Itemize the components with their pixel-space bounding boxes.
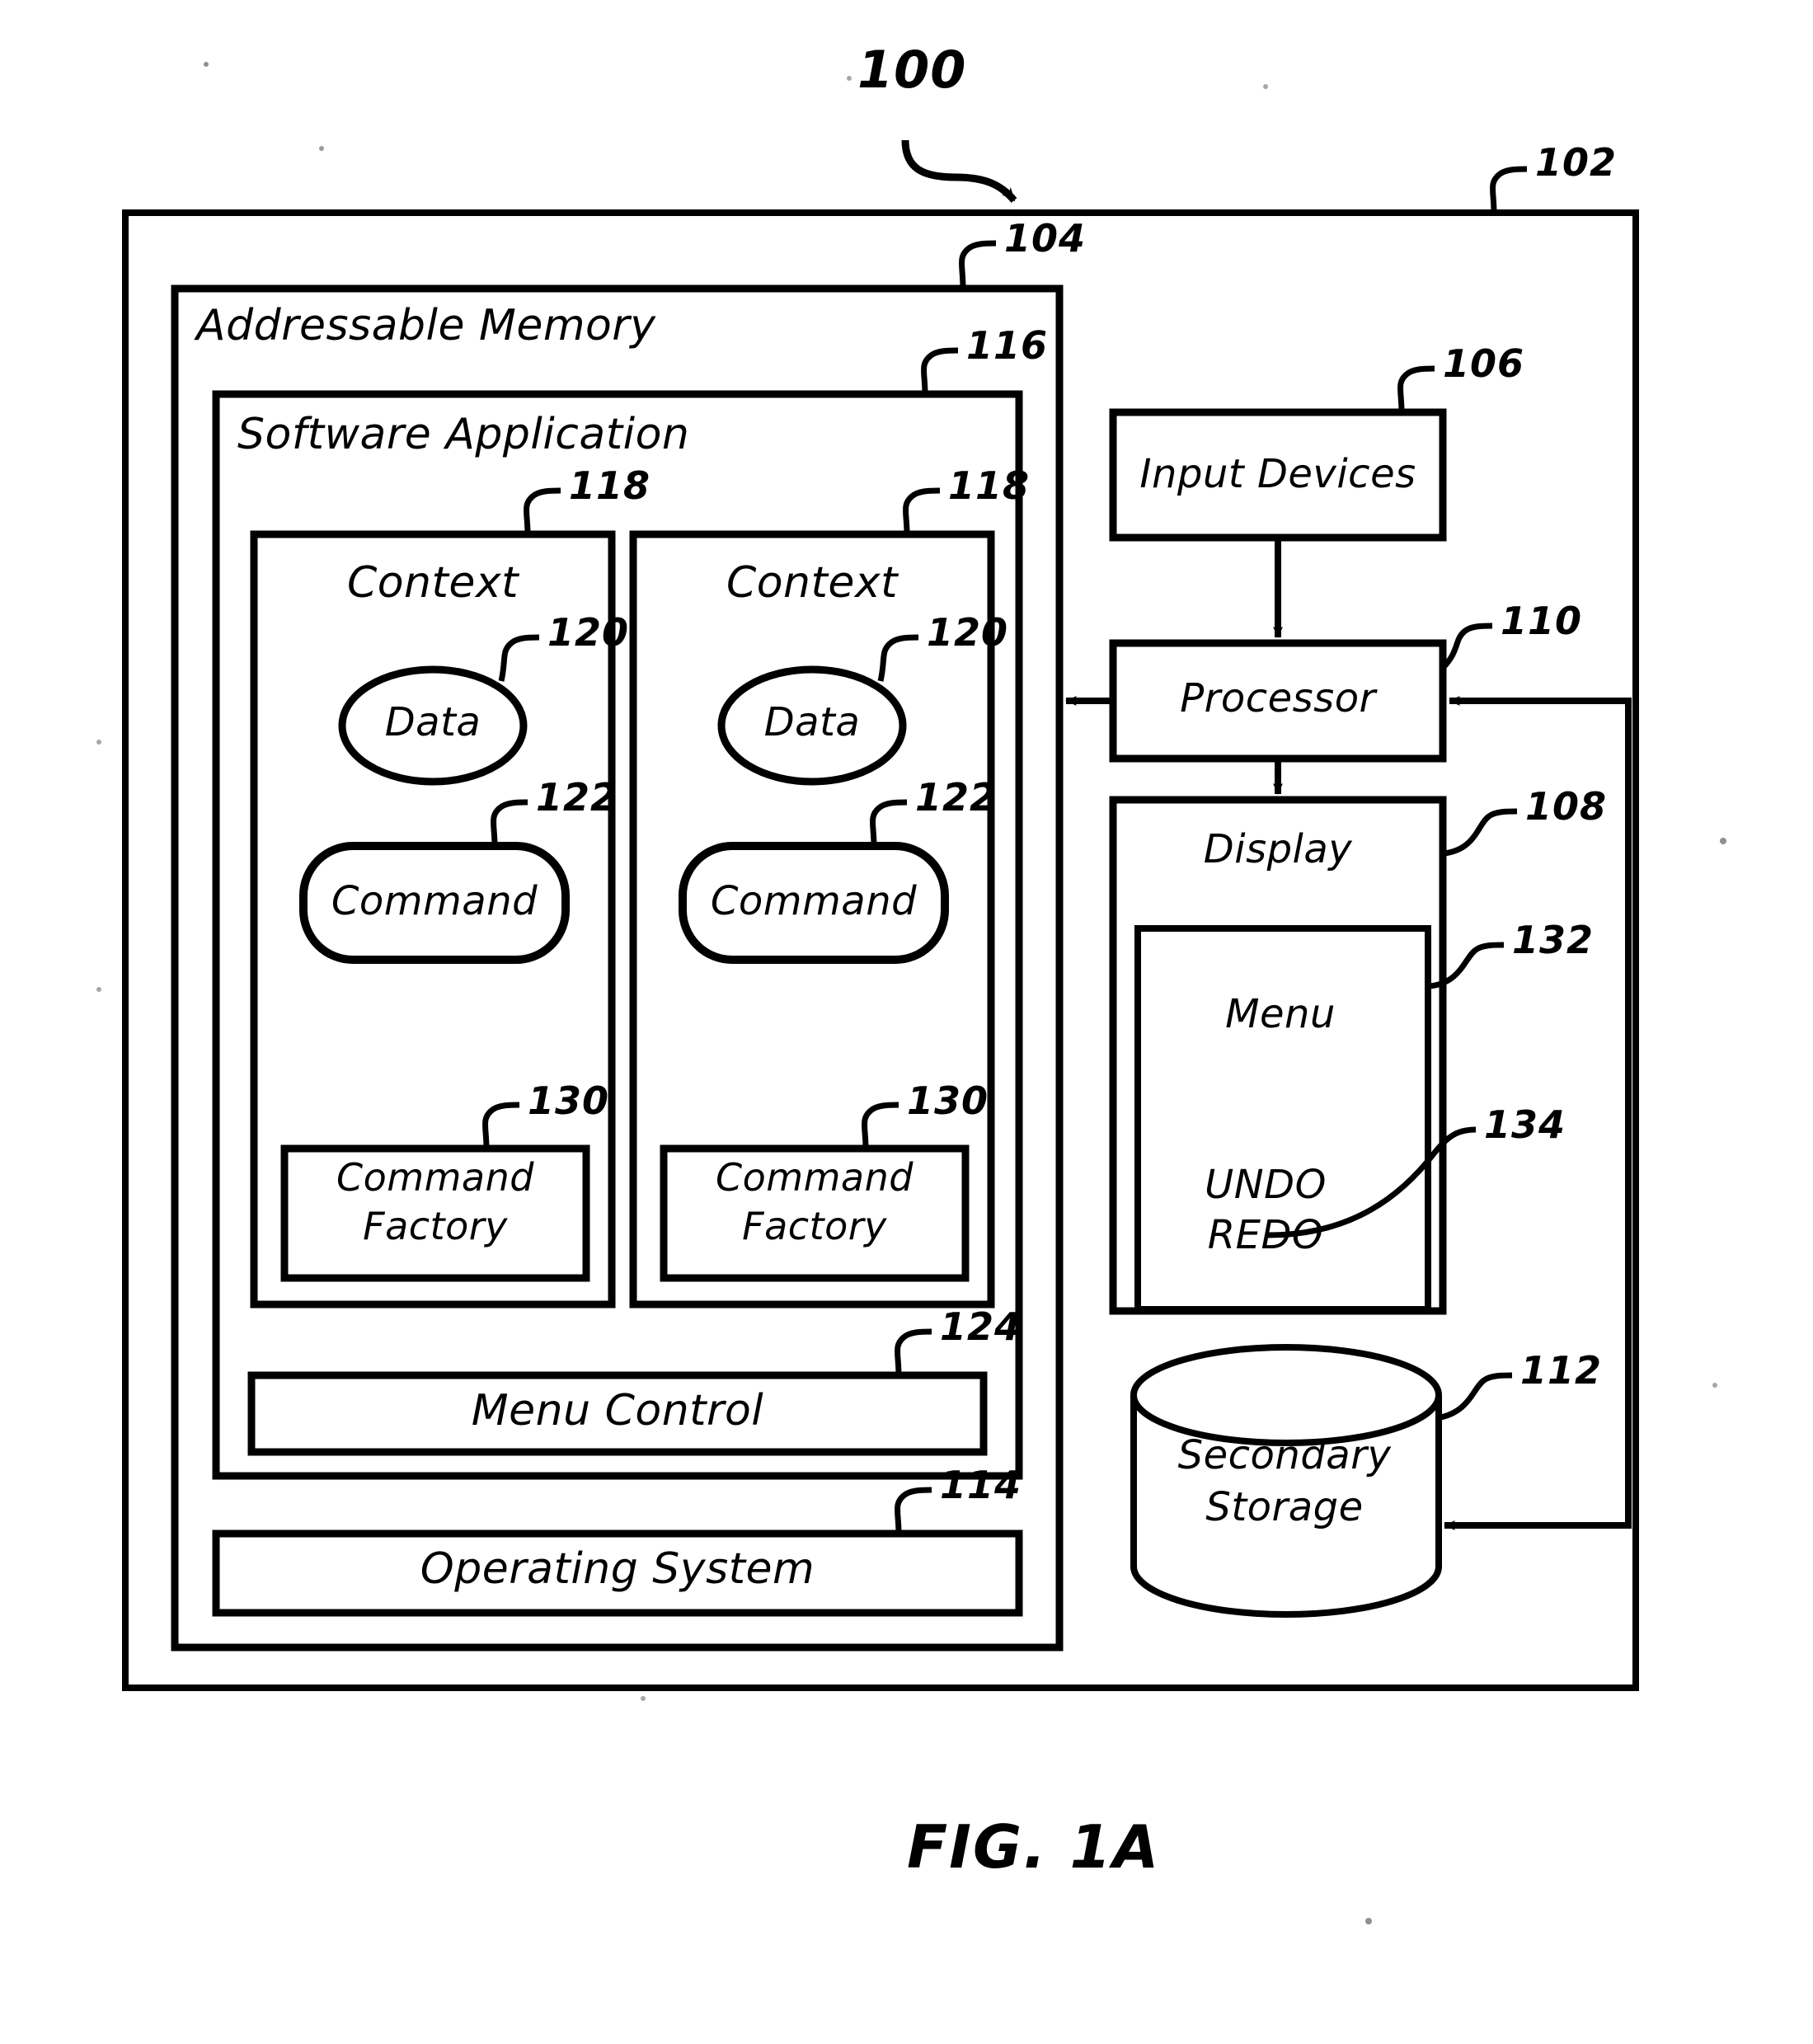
leader-112 — [1435, 1372, 1513, 1421]
leader-102 — [1490, 166, 1528, 214]
leader-120-left — [498, 634, 540, 682]
figure-caption: FIG. 1A — [907, 1812, 1161, 1882]
secondary-storage-label-line2: Storage — [1205, 1484, 1364, 1530]
ref-122-left: 122 — [536, 775, 618, 820]
ref-134: 134 — [1484, 1102, 1566, 1147]
redo-label: REDO — [1207, 1212, 1324, 1258]
processor-label: Processor — [1180, 675, 1376, 721]
leader-104 — [959, 240, 997, 289]
ref-122-right: 122 — [915, 775, 998, 820]
leader-106 — [1397, 365, 1435, 413]
leader-118-right — [903, 487, 941, 535]
leader-130-left — [482, 1102, 520, 1149]
command-factory-label-2-line2: Factory — [742, 1204, 887, 1248]
undo-label: UNDO — [1205, 1162, 1327, 1208]
ref-104: 104 — [1004, 216, 1087, 261]
operating-system-label: Operating System — [420, 1544, 815, 1594]
command-factory-label-2-line1: Command — [716, 1155, 914, 1200]
ref-100: 100 — [857, 40, 967, 100]
ref-124: 124 — [940, 1304, 1022, 1349]
command-label-2: Command — [710, 878, 918, 924]
input-devices-label: Input Devices — [1139, 451, 1416, 497]
ref-118-left: 118 — [569, 463, 651, 508]
ref-102: 102 — [1535, 140, 1618, 185]
data-label-2: Data — [763, 699, 861, 745]
command-factory-label-1-line1: Command — [336, 1155, 534, 1200]
display-label: Display — [1203, 826, 1353, 872]
leader-122-right — [870, 799, 908, 847]
ref-116: 116 — [966, 323, 1049, 368]
leader-108 — [1444, 808, 1518, 857]
ref-120-left: 120 — [547, 610, 630, 655]
ref-118-right: 118 — [948, 463, 1031, 508]
leader-122-left — [491, 799, 528, 847]
ref-130-right: 130 — [907, 1078, 989, 1123]
leader-116 — [921, 347, 959, 395]
leader-130-right — [862, 1102, 899, 1149]
software-application-box — [212, 390, 1023, 1480]
ref-120-right: 120 — [927, 610, 1009, 655]
software-application-label: Software Application — [237, 410, 690, 459]
leader-114 — [895, 1487, 932, 1534]
leader-100 — [901, 139, 1017, 203]
ref-106: 106 — [1443, 341, 1525, 386]
ref-130-left: 130 — [528, 1078, 610, 1123]
menu-label: Menu — [1225, 991, 1336, 1037]
ref-132: 132 — [1512, 918, 1595, 962]
ref-108: 108 — [1525, 784, 1608, 829]
leader-124 — [895, 1328, 932, 1376]
command-label-1: Command — [331, 878, 538, 924]
patent-figure-1a: 100 102 104 116 118 118 120 120 122 122 … — [0, 0, 1813, 2044]
command-factory-label-1-line2: Factory — [363, 1204, 508, 1248]
ref-114: 114 — [940, 1463, 1022, 1507]
ref-110: 110 — [1501, 599, 1583, 643]
data-label-1: Data — [384, 699, 481, 745]
menu-control-label: Menu Control — [471, 1386, 764, 1435]
secondary-storage-cylinder — [1130, 1344, 1442, 1618]
leader-118-left — [524, 487, 561, 535]
context-label-1: Context — [346, 558, 519, 608]
secondary-storage-label-line1: Secondary — [1177, 1432, 1392, 1478]
ref-112: 112 — [1520, 1348, 1603, 1393]
addressable-memory-label: Addressable Memory — [196, 301, 656, 350]
leader-110 — [1440, 623, 1493, 670]
context-label-2: Context — [726, 558, 899, 608]
leader-120-right — [877, 634, 919, 682]
